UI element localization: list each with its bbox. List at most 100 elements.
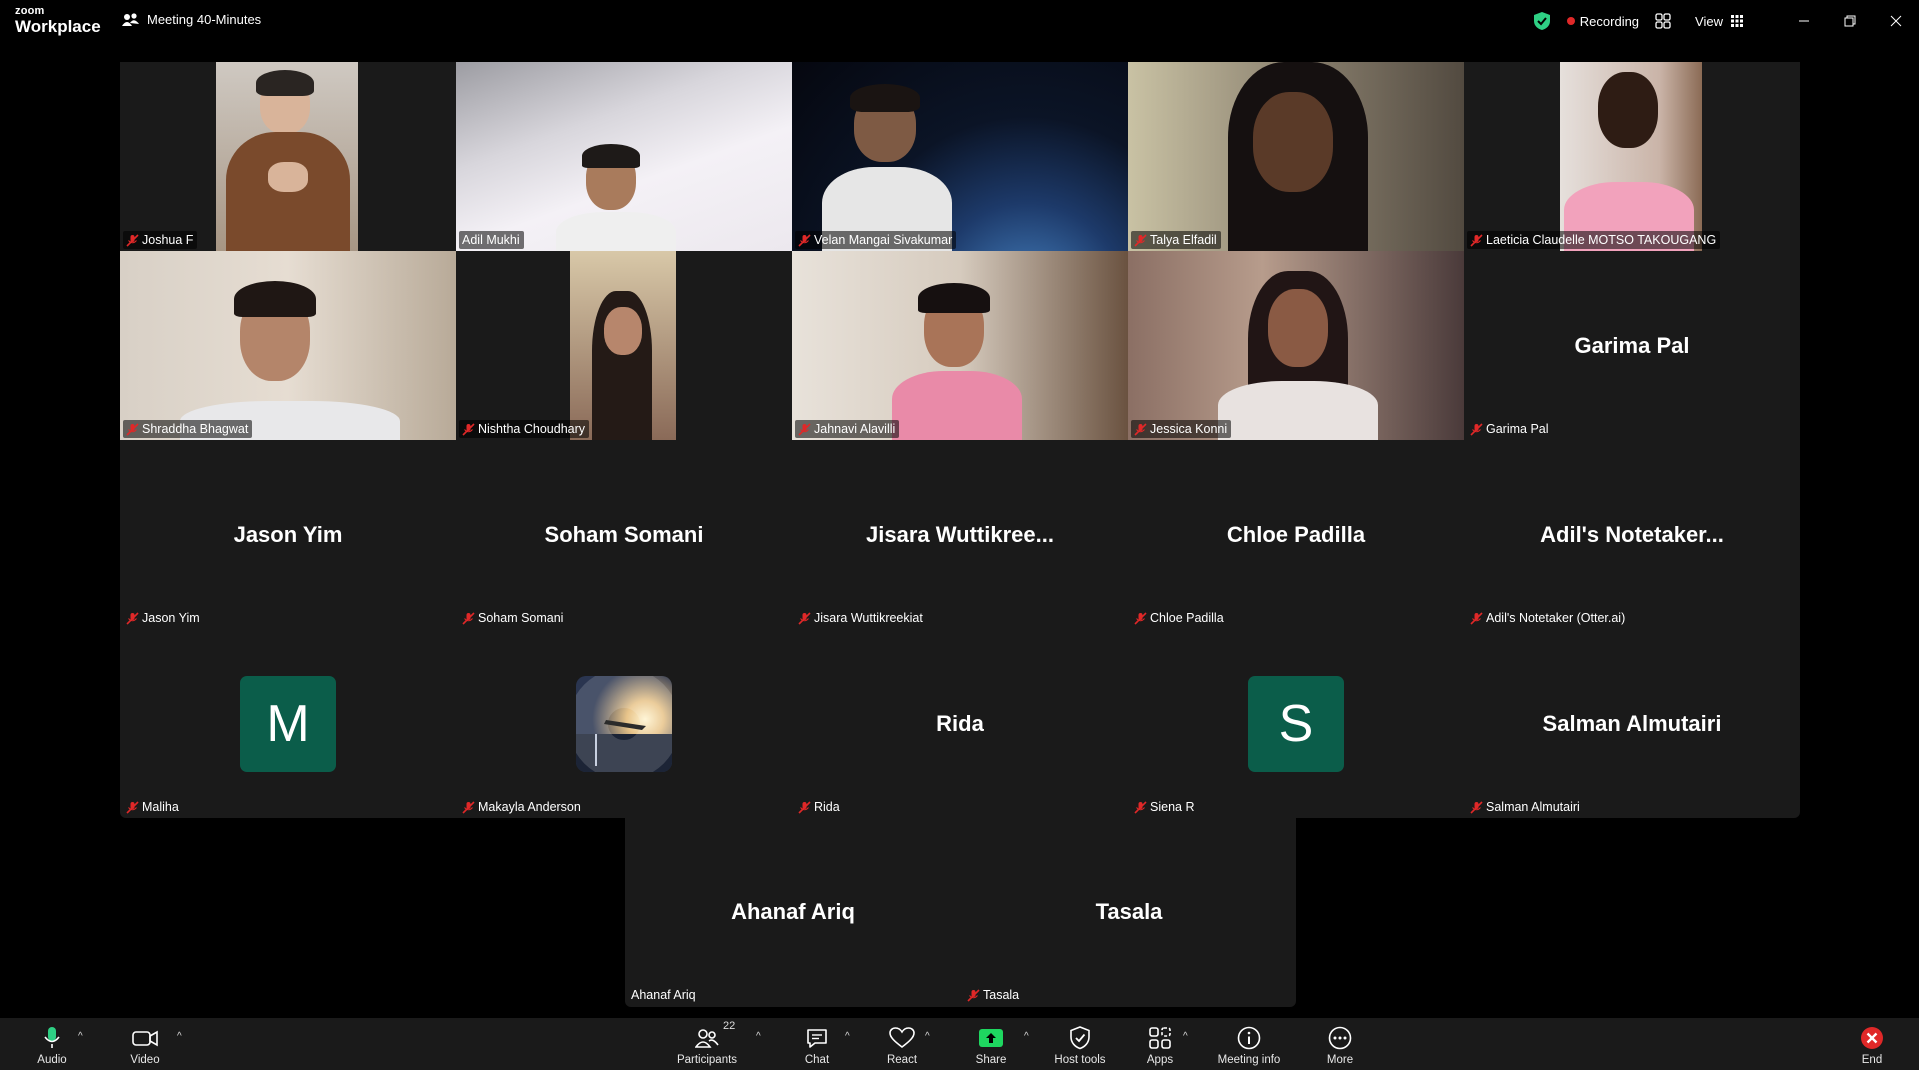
participant-name-label: Garima Pal [1467, 420, 1553, 438]
participant-display-name: Garima Pal [1574, 332, 1690, 358]
participant-name-label: Jessica Konni [1131, 420, 1232, 438]
participant-tile[interactable]: Velan Mangai Sivakumar [792, 62, 1128, 251]
meeting-controls-toolbar: Audio ^ Video ^ Participants 22 ^ Chat ^… [0, 1018, 1919, 1070]
participant-tile[interactable]: Joshua F [120, 62, 456, 251]
minimize-button[interactable] [1781, 0, 1827, 42]
participant-tile[interactable]: Jahnavi Alavilli [792, 251, 1128, 440]
participants-group-icon [122, 12, 139, 26]
view-label: View [1695, 13, 1723, 29]
meeting-info-button[interactable]: Meeting info [1209, 1026, 1289, 1066]
participant-name-label: Shraddha Bhagwat [123, 420, 253, 438]
close-button[interactable] [1873, 0, 1919, 42]
participant-display-name: Jason Yim [233, 521, 343, 547]
participant-name-label: Maliha [123, 798, 183, 816]
host-shield-icon [1070, 1026, 1090, 1050]
recording-label: Recording [1579, 13, 1640, 29]
participant-tile[interactable]: Tasala Tasala [961, 817, 1297, 1006]
avatar-initial: S [1248, 675, 1344, 772]
participant-name-label: Velan Mangai Sivakumar [795, 231, 957, 249]
muted-mic-icon [1134, 422, 1147, 436]
participant-name-label: Jason Yim [123, 609, 204, 627]
view-button[interactable]: View [1695, 14, 1743, 29]
video-options-caret[interactable]: ^ [177, 1031, 182, 1042]
video-feed [1560, 62, 1702, 251]
share-options-caret[interactable]: ^ [1024, 1031, 1029, 1042]
react-button[interactable]: React [862, 1026, 942, 1066]
participant-tile[interactable]: Garima Pal Garima Pal [1464, 251, 1800, 440]
participant-name-label: Laeticia Claudelle MOTSO TAKOUGANG [1467, 231, 1721, 249]
participant-name-label: Talya Elfadil [1131, 231, 1221, 249]
security-shield-icon[interactable] [1533, 11, 1551, 31]
audio-options-caret[interactable]: ^ [78, 1031, 83, 1042]
participant-tile[interactable]: Jason Yim Jason Yim [120, 440, 456, 629]
apps-button[interactable]: Apps [1120, 1026, 1200, 1066]
video-button[interactable]: Video [105, 1026, 185, 1066]
apps-grid-icon[interactable] [1655, 13, 1671, 29]
participant-tile[interactable]: Laeticia Claudelle MOTSO TAKOUGANG [1464, 62, 1800, 251]
participant-tile[interactable]: S Siena R [1128, 629, 1464, 818]
participant-tile[interactable]: Chloe Padilla Chloe Padilla [1128, 440, 1464, 629]
participant-tile[interactable]: Adil's Notetaker... Adil's Notetaker (Ot… [1464, 440, 1800, 629]
recording-indicator[interactable]: Recording [1566, 13, 1640, 29]
muted-mic-icon [462, 422, 475, 436]
muted-mic-icon [798, 233, 811, 247]
video-feed [570, 251, 676, 440]
participant-display-name: Chloe Padilla [1226, 521, 1366, 547]
muted-mic-icon [126, 800, 139, 814]
share-button[interactable]: Share [951, 1026, 1031, 1066]
video-feed [1128, 62, 1464, 251]
chat-options-caret[interactable]: ^ [845, 1031, 850, 1042]
participant-display-name: Salman Almutairi [1542, 710, 1722, 736]
muted-mic-icon [1134, 800, 1147, 814]
participant-display-name: Jisara Wuttikree... [866, 521, 1054, 547]
muted-mic-icon [798, 422, 811, 436]
participants-options-caret[interactable]: ^ [756, 1031, 761, 1042]
participant-tile-active-speaker[interactable]: Adil Mukhi [456, 62, 792, 251]
react-label: React [886, 1054, 918, 1066]
info-icon [1237, 1026, 1261, 1050]
video-gallery-last-row: Ahanaf Ariq Ahanaf Ariq Tasala Tasala [625, 817, 1296, 1007]
participant-tile[interactable]: M Maliha [120, 629, 456, 818]
host-tools-button[interactable]: Host tools [1040, 1026, 1120, 1066]
video-feed [120, 251, 456, 440]
participant-tile[interactable]: Rida Rida [792, 629, 1128, 818]
more-label: More [1326, 1054, 1354, 1066]
participant-tile[interactable]: Jessica Konni [1128, 251, 1464, 440]
participant-display-name: Rida [936, 710, 984, 736]
apps-label: Apps [1146, 1054, 1174, 1066]
participant-name-label: Soham Somani [459, 609, 567, 627]
recording-dot-icon [1566, 17, 1575, 25]
meeting-title: Meeting 40-Minutes [147, 12, 262, 27]
muted-mic-icon [126, 233, 139, 247]
participant-tile[interactable]: Nishtha Choudhary [456, 251, 792, 440]
participant-tile[interactable]: Shraddha Bhagwat [120, 251, 456, 440]
participant-display-name: Tasala [1095, 898, 1163, 924]
host-tools-label: Host tools [1054, 1054, 1106, 1066]
participant-tile[interactable]: Ahanaf Ariq Ahanaf Ariq [625, 817, 961, 1006]
muted-mic-icon [1470, 233, 1483, 247]
end-meeting-icon [1861, 1027, 1883, 1049]
participant-tile[interactable]: Soham Somani Soham Somani [456, 440, 792, 629]
restore-button[interactable] [1827, 0, 1873, 42]
muted-mic-icon [798, 611, 811, 625]
meeting-title-area[interactable]: Meeting 40-Minutes [122, 12, 261, 27]
participant-tile[interactable]: Makayla Anderson [456, 629, 792, 818]
react-options-caret[interactable]: ^ [925, 1031, 930, 1042]
camera-icon [132, 1030, 158, 1047]
participant-tile[interactable]: Talya Elfadil [1128, 62, 1464, 251]
muted-mic-icon [1134, 611, 1147, 625]
end-button[interactable]: End [1832, 1026, 1912, 1066]
participant-name-label: Jahnavi Alavilli [795, 420, 900, 438]
more-button[interactable]: More [1300, 1026, 1380, 1066]
apps-options-caret[interactable]: ^ [1183, 1031, 1188, 1042]
muted-mic-icon [126, 611, 139, 625]
video-gallery: Joshua F Adil Mukhi Velan Mangai Sivakum… [120, 62, 1800, 818]
restore-icon [1844, 15, 1856, 27]
participant-name-label: Siena R [1131, 798, 1198, 816]
participant-tile[interactable]: Jisara Wuttikree... Jisara Wuttikreekiat [792, 440, 1128, 629]
muted-mic-icon [1470, 611, 1483, 625]
apps-icon [1149, 1027, 1171, 1049]
profile-photo-image [576, 675, 672, 772]
participants-button[interactable]: Participants [667, 1026, 747, 1066]
participant-tile[interactable]: Salman Almutairi Salman Almutairi [1464, 629, 1800, 818]
